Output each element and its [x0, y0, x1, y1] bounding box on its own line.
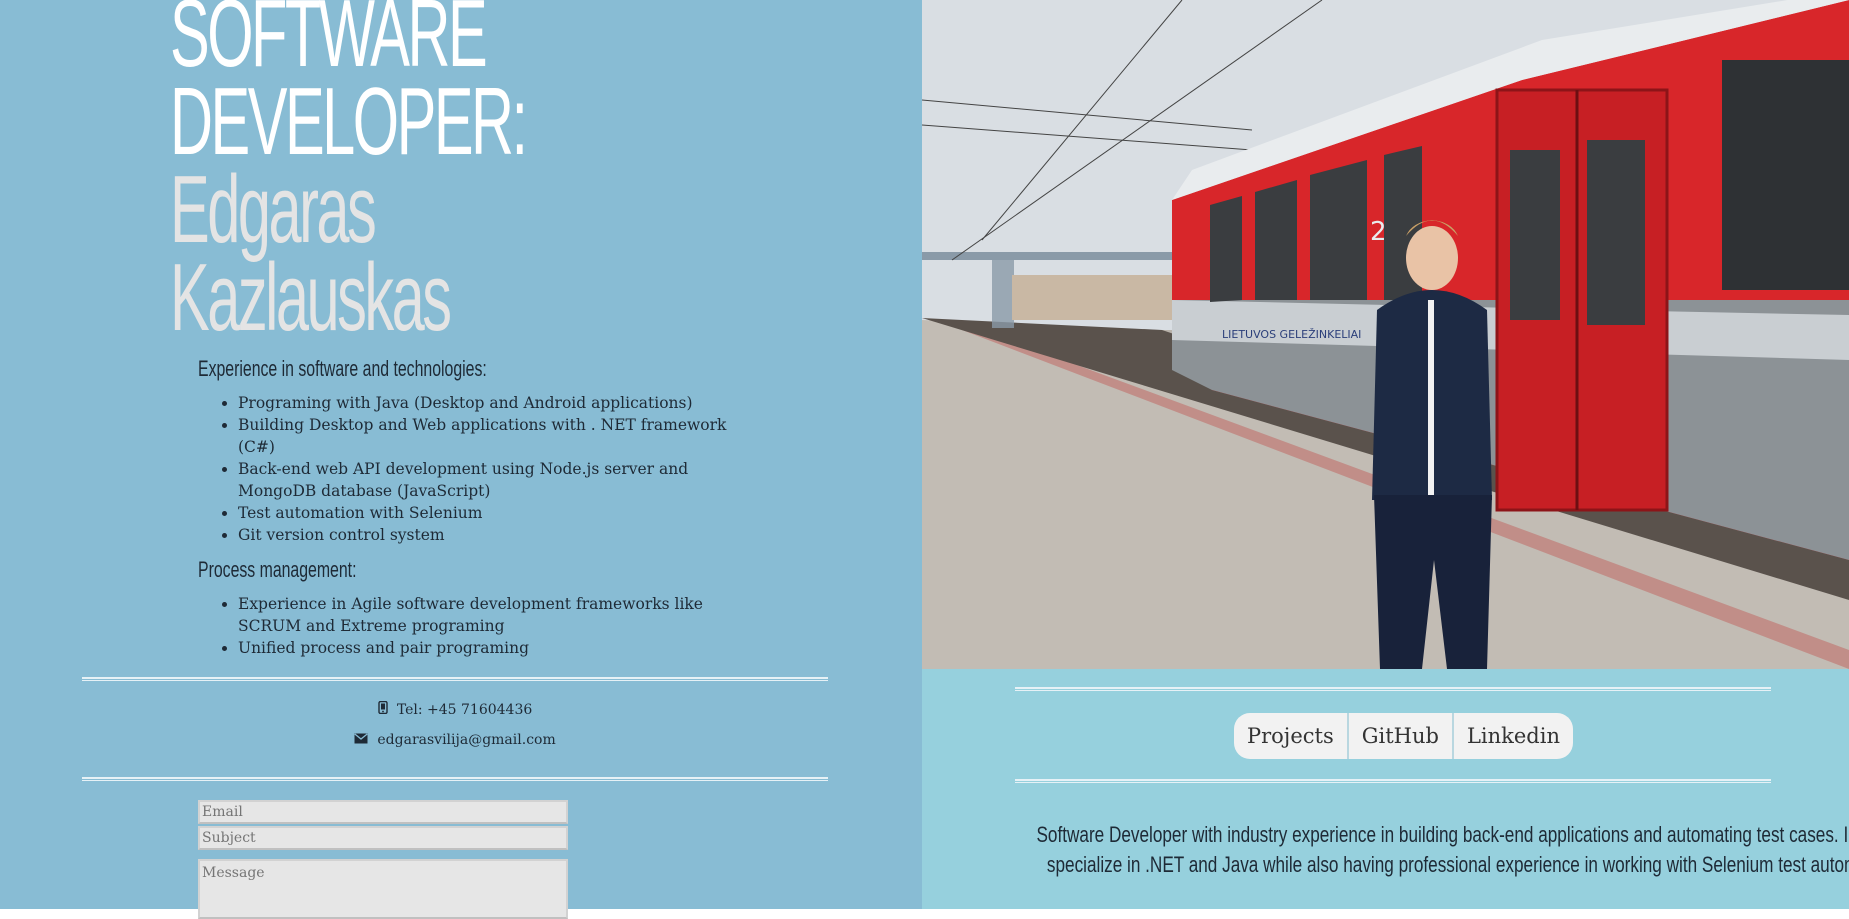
- bio-line-2: specialize in .NET and Java while also h…: [1046, 852, 1849, 877]
- message-field[interactable]: [198, 859, 568, 919]
- train-brand: LIETUVOS GELEŽINKELIAI: [1222, 328, 1361, 341]
- list-item: Git version control system: [238, 524, 728, 546]
- email-contact: edgarasvilija@gmail.com: [82, 732, 828, 748]
- envelope-icon: [354, 733, 372, 748]
- experience-heading: Experience in software and technologies:: [198, 356, 487, 381]
- car-number: 2: [1370, 217, 1387, 247]
- phone-number: Tel: +45 71604436: [396, 702, 533, 718]
- experience-list: Programing with Java (Desktop and Androi…: [216, 392, 728, 546]
- title-role-line-1: SOFTWARE: [170, 0, 488, 87]
- list-item: Programing with Java (Desktop and Androi…: [238, 392, 728, 414]
- process-list: Experience in Agile software development…: [216, 593, 728, 659]
- social-nav: Projects GitHub Linkedin: [1234, 713, 1573, 759]
- profile-photo: LIETUVOS GELEŽINKELIAI 2: [922, 0, 1849, 669]
- process-heading: Process management:: [198, 557, 357, 582]
- list-item: Building Desktop and Web applications wi…: [238, 414, 728, 458]
- profile-panel: SOFTWARE DEVELOPER: Edgaras Kazlauskas E…: [0, 0, 922, 919]
- bio-text: Software Developer with industry experie…: [922, 820, 1849, 880]
- title-role-line-2: DEVELOPER:: [170, 68, 528, 175]
- linkedin-link[interactable]: Linkedin: [1454, 713, 1573, 759]
- phone-contact: Tel: +45 71604436: [82, 700, 828, 718]
- divider: [82, 677, 828, 681]
- email-address[interactable]: edgarasvilija@gmail.com: [377, 732, 555, 748]
- email-field[interactable]: [198, 800, 568, 824]
- title-name-line-2: Kazlauskas: [170, 244, 452, 351]
- list-item: Back-end web API development using Node.…: [238, 458, 728, 502]
- page-title: SOFTWARE DEVELOPER: Edgaras Kazlauskas: [170, 0, 528, 351]
- list-item: Test automation with Selenium: [238, 502, 728, 524]
- divider: [82, 777, 828, 781]
- title-name-line-1: Edgaras: [170, 156, 377, 263]
- divider: [1015, 779, 1771, 783]
- phone-icon: [378, 700, 392, 718]
- github-link[interactable]: GitHub: [1349, 713, 1454, 759]
- list-item: Experience in Agile software development…: [238, 593, 728, 637]
- divider: [1015, 687, 1771, 691]
- bio-line-1: Software Developer with industry experie…: [1036, 822, 1849, 847]
- intro-panel: LIETUVOS GELEŽINKELIAI 2 Projects GitHub…: [922, 0, 1849, 909]
- list-item: Unified process and pair programing: [238, 637, 728, 659]
- projects-link[interactable]: Projects: [1234, 713, 1349, 759]
- subject-field[interactable]: [198, 826, 568, 850]
